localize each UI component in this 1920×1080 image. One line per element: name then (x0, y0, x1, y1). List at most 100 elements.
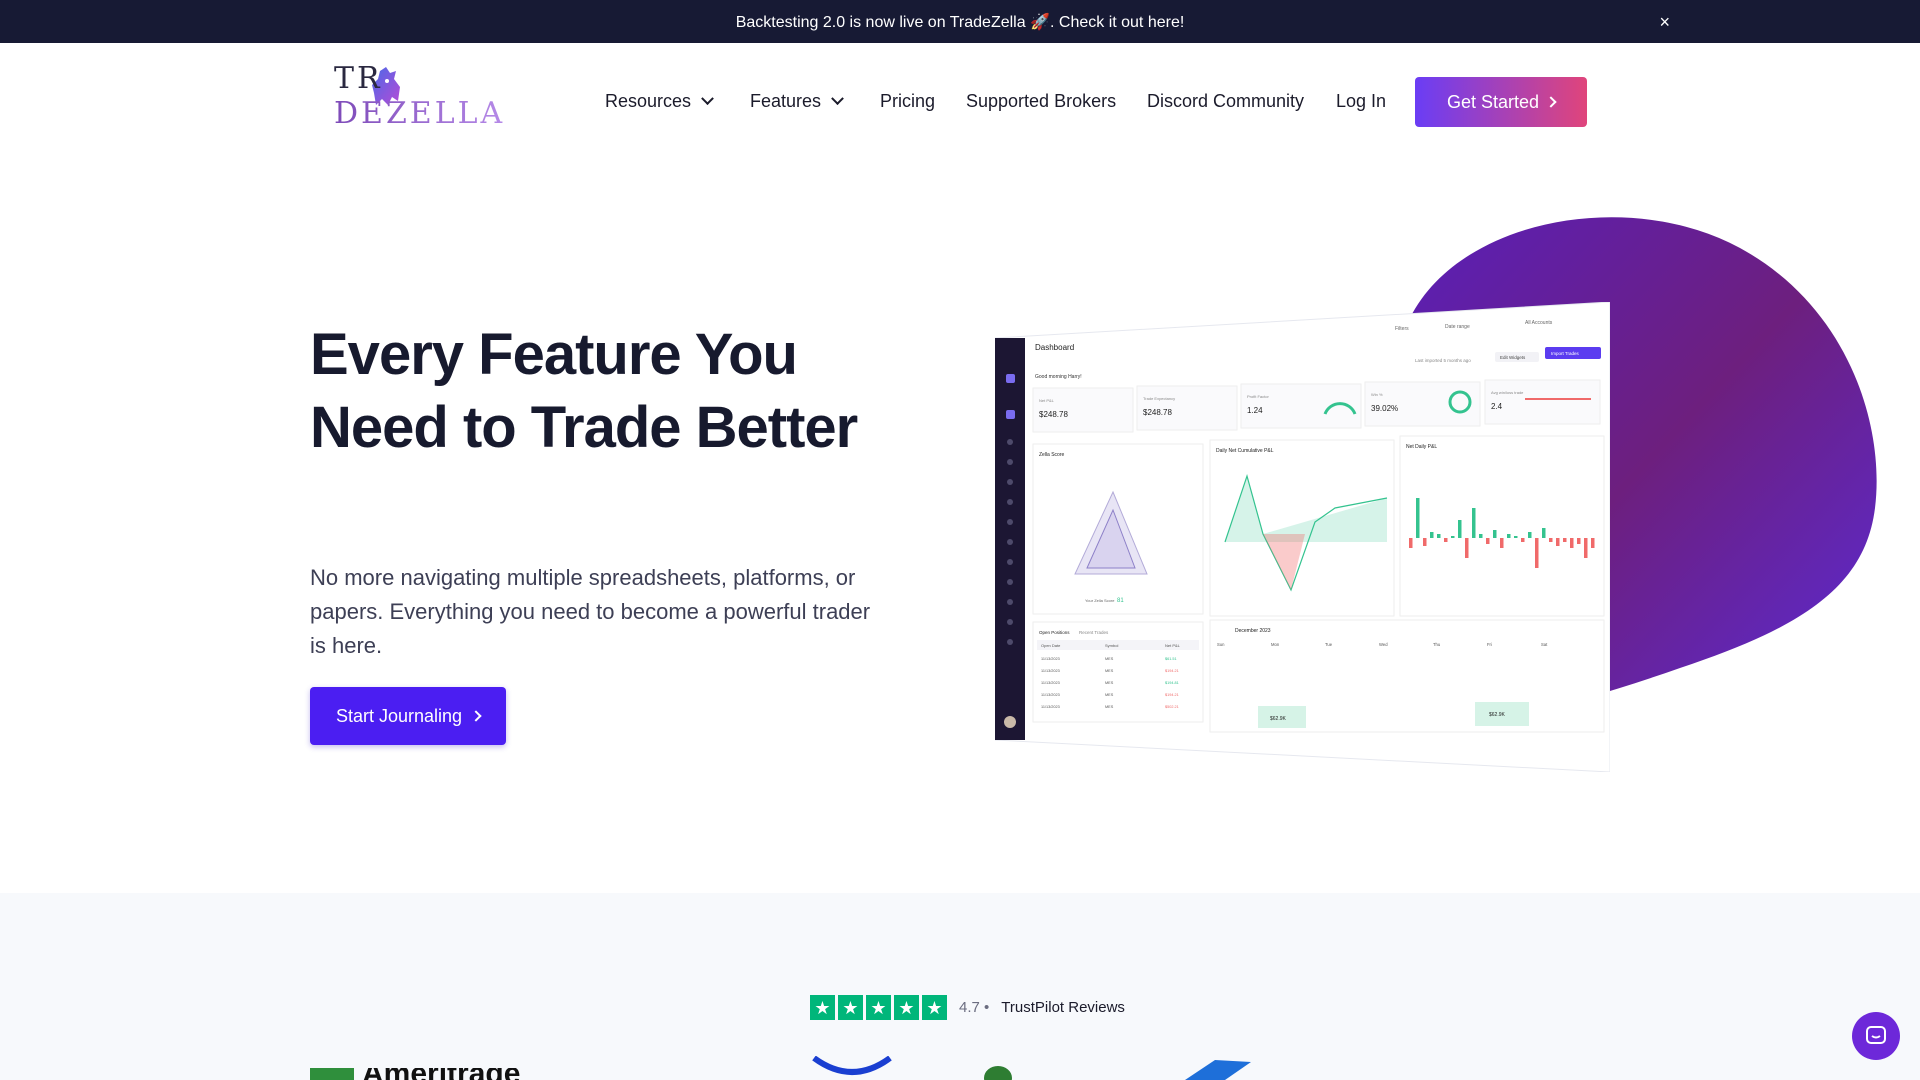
table-cell: 11/13/2023 (1041, 705, 1060, 709)
chevron-right-icon (470, 710, 482, 722)
trustpilot-label: TrustPilot Reviews (1001, 999, 1125, 1016)
table-header-symbol: Symbol (1105, 643, 1118, 648)
daily-pnl-bar (1577, 538, 1581, 544)
daily-pnl-bar (1563, 538, 1567, 542)
sidebar-icon (1007, 479, 1013, 485)
daily-pnl-bar (1409, 538, 1413, 548)
stat-profit-factor-label: Profit Factor (1247, 394, 1269, 399)
user-avatar (1004, 716, 1016, 728)
daily-pnl-bar (1493, 530, 1497, 538)
trustpilot-separator: • (984, 999, 990, 1016)
get-started-button[interactable]: Get Started (1415, 77, 1587, 127)
stat-netpnl-label: Net P&L (1039, 398, 1055, 403)
sidebar-icon (1006, 410, 1015, 419)
sidebar-icon (1007, 559, 1013, 565)
table-cell: $194.21 (1165, 669, 1179, 673)
sidebar-icon (1007, 499, 1013, 505)
social-proof-section (0, 893, 1920, 1080)
hero-subtitle: No more navigating multiple spreadsheets… (310, 565, 871, 658)
stat-expectancy-value: $248.78 (1143, 408, 1172, 417)
stat-profit-factor-value: 1.24 (1247, 406, 1263, 415)
nav-discord-community[interactable]: Discord Community (1147, 91, 1304, 112)
table-cell: 11/13/2023 (1041, 693, 1060, 697)
daily-pnl-bar (1556, 538, 1560, 546)
table-cell: 11/13/2023 (1041, 681, 1060, 685)
calendar-weekday: Sat (1541, 642, 1548, 647)
nav-pricing[interactable]: Pricing (880, 91, 935, 112)
zella-score-value: 81 (1117, 598, 1124, 604)
daily-pnl-bar (1514, 536, 1518, 538)
sidebar-icon (1007, 539, 1013, 545)
tradezella-logo[interactable]: TRDEZELLA (334, 61, 530, 131)
table-cell: $61.51 (1165, 657, 1177, 661)
start-journaling-button[interactable]: Start Journaling (310, 687, 506, 745)
logo-text-part1: TR (334, 61, 383, 96)
daily-pnl-bar (1542, 528, 1546, 538)
table-cell: MES (1105, 669, 1114, 673)
calendar-weekday: Sun (1217, 642, 1225, 647)
trustpilot-score-value: 4.7 (959, 999, 980, 1016)
table-cell: MES (1105, 693, 1114, 697)
daily-pnl-title: Net Daily P&L (1406, 444, 1437, 450)
stat-avgwinloss-label: Avg win/loss trade (1491, 390, 1524, 395)
dashboard-preview: Dashboard Good morning Harry! Filters Da… (995, 302, 1610, 772)
logo-text-part2: DEZELLA (334, 96, 506, 131)
table-cell: $194.21 (1165, 693, 1179, 697)
trustpilot-rating[interactable]: ★ ★ ★ ★ ★ 4.7 • TrustPilot Reviews (810, 995, 1125, 1020)
daily-pnl-bar (1472, 508, 1476, 538)
sidebar-icon (1007, 619, 1013, 625)
avg-winloss-bar (1525, 398, 1591, 400)
sidebar-icon (1007, 639, 1013, 645)
nav-resources[interactable]: Resources (605, 91, 714, 112)
sidebar-icon (1007, 459, 1013, 465)
stat-winrate-label: Win % (1371, 392, 1383, 397)
chevron-right-icon (1545, 96, 1557, 108)
table-header-pnl: Net P&L (1165, 643, 1181, 648)
nav-login[interactable]: Log In (1336, 91, 1386, 112)
daily-pnl-bar (1507, 534, 1511, 538)
td-logo-text: Ameritrade (362, 1068, 520, 1080)
start-journaling-label: Start Journaling (335, 705, 463, 726)
daily-pnl-bar (1528, 532, 1532, 538)
sidebar-icon (1007, 439, 1013, 445)
nav-features[interactable]: Features (750, 91, 844, 112)
stat-avgwinloss-value: 2.4 (1491, 402, 1503, 411)
zella-score-title: Zella Score (1039, 452, 1065, 458)
star-icon: ★ (866, 995, 891, 1020)
announcement-text[interactable]: Backtesting 2.0 is now live on TradeZell… (736, 12, 1185, 32)
table-header-date: Open Date (1041, 643, 1061, 648)
broker-logo-td-ameritrade: Ameritrade (310, 1068, 520, 1080)
table-cell: MES (1105, 705, 1114, 709)
top-navigation: TRDEZELLA Resources Features Pricing Sup… (0, 43, 1920, 159)
import-trades-label: Import Trades (1551, 351, 1580, 356)
tab-open-positions: Open Positions (1039, 630, 1070, 635)
table-cell: 11/13/2023 (1041, 657, 1060, 661)
calendar-weekday: Fri (1487, 642, 1492, 647)
close-icon[interactable]: × (1659, 12, 1670, 33)
last-imported-text: Last imported 5 months ago (1415, 358, 1471, 363)
hero-title: Every Feature You Need to Trade Better (310, 322, 858, 460)
stat-netpnl-value: $248.78 (1039, 410, 1068, 419)
calendar-weekday: Thu (1433, 642, 1441, 647)
sidebar-icon (1007, 599, 1013, 605)
chat-bubble-icon[interactable] (1852, 1012, 1900, 1060)
date-range-select: Date range (1445, 324, 1470, 330)
dashboard-greeting: Good morning Harry! (1035, 374, 1082, 380)
dashboard-title: Dashboard (1035, 343, 1074, 352)
broker-logo-icon (812, 1056, 892, 1075)
chevron-down-icon (701, 92, 714, 106)
daily-pnl-bar (1451, 536, 1455, 538)
chevron-down-icon (831, 92, 844, 106)
stat-winrate-value: 39.02% (1371, 404, 1398, 413)
table-cell: MES (1105, 681, 1114, 685)
announcement-bar[interactable]: Backtesting 2.0 is now live on TradeZell… (0, 0, 1920, 43)
star-icon: ★ (922, 995, 947, 1020)
table-cell: $502.21 (1165, 705, 1179, 709)
daily-pnl-bar (1570, 538, 1574, 548)
star-icon: ★ (894, 995, 919, 1020)
tab-recent-trades: Recent Trades (1079, 630, 1109, 635)
star-icon: ★ (810, 995, 835, 1020)
table-cell: $194.81 (1165, 681, 1179, 685)
nav-supported-brokers[interactable]: Supported Brokers (966, 91, 1116, 112)
sidebar-icon (1007, 579, 1013, 585)
